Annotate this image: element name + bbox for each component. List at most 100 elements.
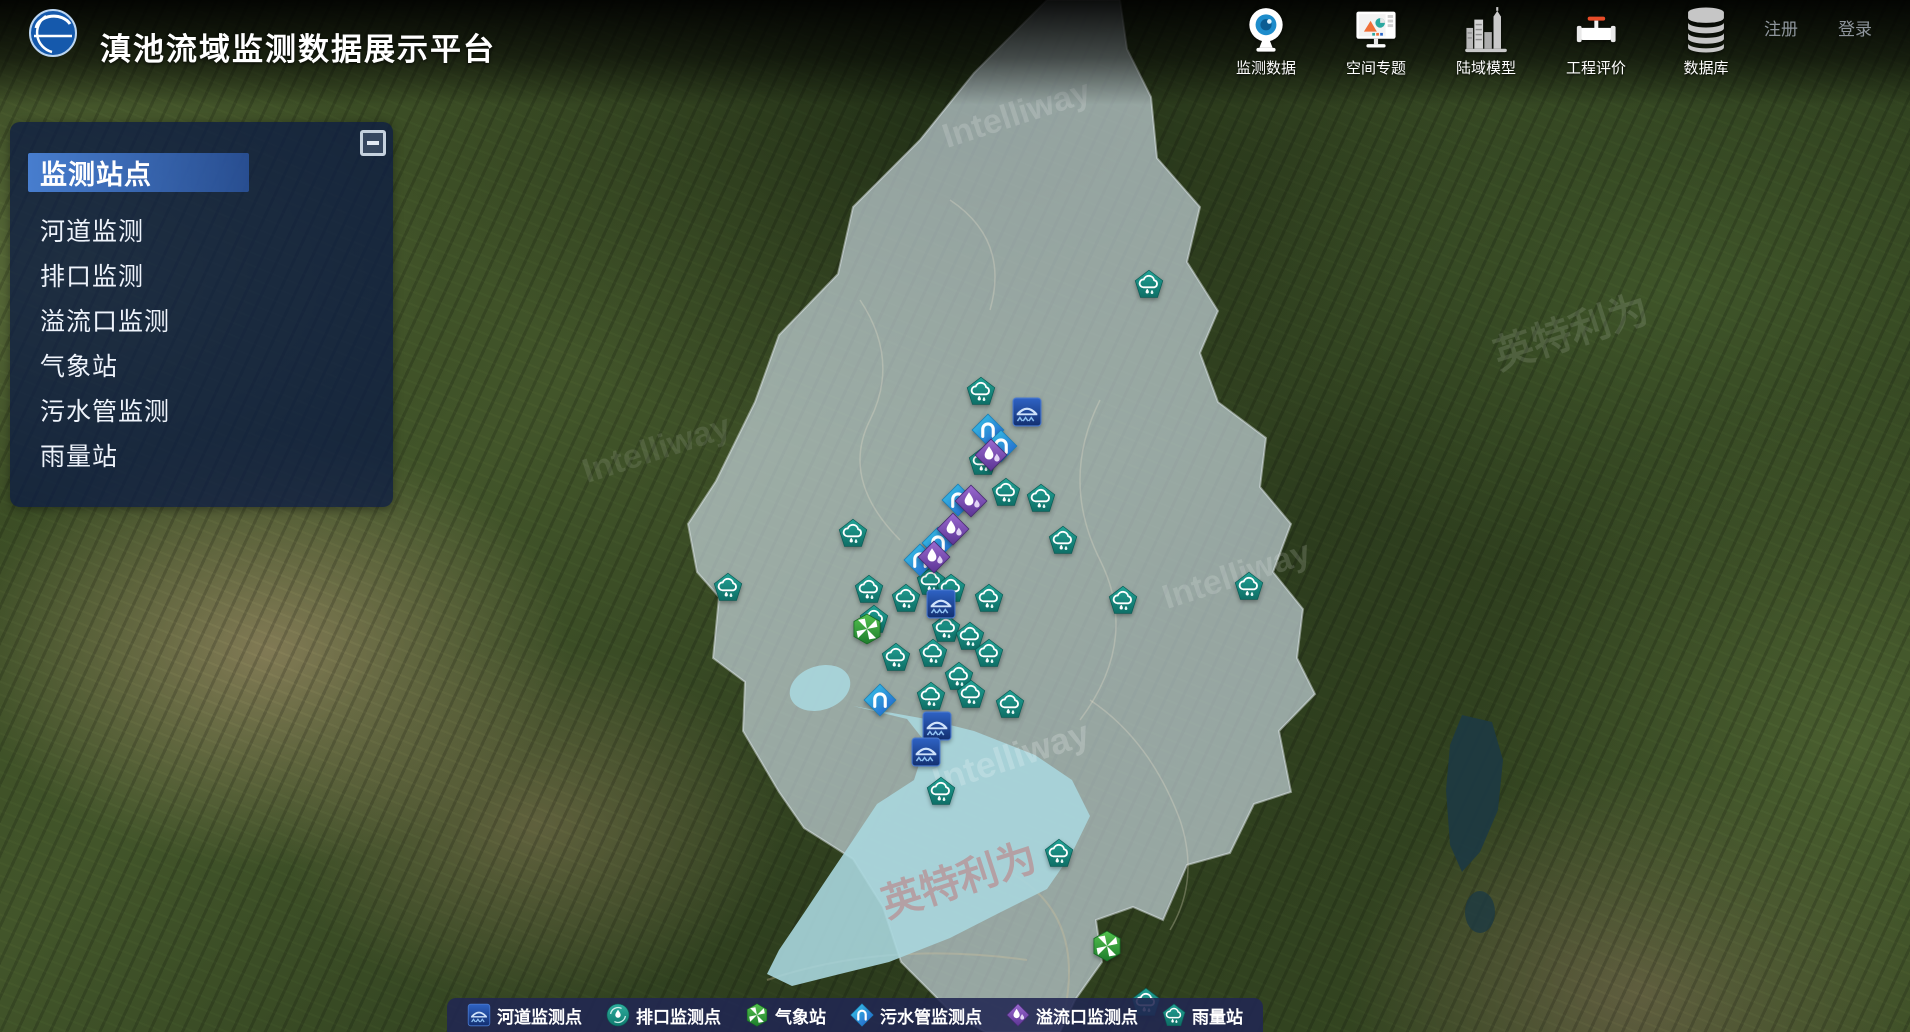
rain-station-marker[interactable] [1234, 571, 1264, 601]
monitor-chart-icon [1351, 5, 1401, 55]
sidebar-item-rain[interactable]: 雨量站 [10, 435, 393, 480]
rain-marker-icon [974, 583, 1004, 613]
weather-marker-icon [851, 613, 883, 645]
river-legend-icon [467, 1003, 491, 1027]
nav-item-project-eval[interactable]: 工程评价 [1558, 5, 1634, 78]
rain-marker-icon [1026, 483, 1056, 513]
legend-item-outfall: 排口监测点 [606, 1003, 721, 1028]
weather-station-marker[interactable] [1091, 930, 1123, 962]
rain-station-marker[interactable] [916, 681, 946, 711]
rain-station-marker[interactable] [974, 638, 1004, 668]
weather-station-marker[interactable] [851, 613, 883, 645]
sewage-legend-icon [850, 1003, 874, 1027]
outfall-legend-icon [606, 1003, 630, 1027]
nav-item-database[interactable]: 数据库 [1668, 5, 1744, 78]
rain-marker-icon [881, 642, 911, 672]
river-marker-icon [1012, 397, 1043, 428]
sidebar-item-river[interactable]: 河道监测 [10, 210, 393, 255]
nav-item-spatial-theme[interactable]: 空间专题 [1338, 5, 1414, 78]
overflow-station-marker[interactable] [974, 438, 1008, 472]
rain-station-marker[interactable] [1108, 585, 1138, 615]
legend-label: 污水管监测点 [880, 1003, 982, 1028]
register-link[interactable]: 注册 [1764, 15, 1798, 40]
nav-item-label: 空间专题 [1346, 57, 1406, 78]
rain-station-marker[interactable] [966, 376, 996, 406]
rain-marker-icon [713, 572, 743, 602]
legend-item-overflow: 溢流口监测点 [1006, 1003, 1138, 1028]
panel-title: 监测站点 [28, 153, 249, 192]
nav-item-land-model[interactable]: 陆域模型 [1448, 5, 1524, 78]
overflow-station-marker[interactable] [917, 540, 951, 574]
river-station-marker[interactable] [1012, 397, 1043, 428]
rain-station-marker[interactable] [713, 572, 743, 602]
page-title: 滇池流域监测数据展示平台 [100, 24, 496, 69]
rain-station-marker[interactable] [1048, 525, 1078, 555]
weather-marker-icon [1091, 930, 1123, 962]
rain-station-marker[interactable] [854, 574, 884, 604]
rain-station-marker[interactable] [991, 477, 1021, 507]
rain-marker-icon [916, 681, 946, 711]
rain-station-marker[interactable] [956, 679, 986, 709]
legend-label: 排口监测点 [636, 1003, 721, 1028]
legend-item-weather: 气象站 [745, 1003, 826, 1028]
rain-legend-icon [1162, 1003, 1186, 1027]
rain-station-marker[interactable] [974, 583, 1004, 613]
river-marker-icon [926, 589, 957, 620]
webcam-icon [1241, 5, 1291, 55]
legend-label: 河道监测点 [497, 1003, 582, 1028]
rain-station-marker[interactable] [1026, 483, 1056, 513]
sidebar-item-weather[interactable]: 气象站 [10, 345, 393, 390]
map-legend: 河道监测点 排口监测点 气象站 污水管监测点 溢流口监测点 雨量站 [447, 998, 1263, 1032]
sidebar-item-sewage[interactable]: 污水管监测 [10, 390, 393, 435]
rain-marker-icon [966, 376, 996, 406]
river-station-marker[interactable] [911, 737, 942, 768]
legend-label: 雨量站 [1192, 1003, 1243, 1028]
overflow-legend-icon [1006, 1003, 1030, 1027]
rain-station-marker[interactable] [1134, 269, 1164, 299]
rain-marker-icon [1048, 525, 1078, 555]
rain-marker-icon [1234, 571, 1264, 601]
nav-item-monitor-data[interactable]: 监测数据 [1228, 5, 1304, 78]
rain-marker-icon [991, 477, 1021, 507]
sidebar-item-outfall[interactable]: 排口监测 [10, 255, 393, 300]
overflow-marker-icon [974, 438, 1008, 472]
rain-marker-icon [1108, 585, 1138, 615]
buildings-icon [1461, 5, 1511, 55]
rain-station-marker[interactable] [881, 642, 911, 672]
legend-label: 气象站 [775, 1003, 826, 1028]
sidebar-item-overflow[interactable]: 溢流口监测 [10, 300, 393, 345]
panel-menu: 河道监测排口监测溢流口监测气象站污水管监测雨量站 [10, 210, 393, 480]
top-nav: 监测数据 空间专题 陆域模型 工程评价 [1228, 5, 1744, 78]
login-link[interactable]: 登录 [1838, 15, 1872, 40]
legend-item-river: 河道监测点 [467, 1003, 582, 1028]
sewage-marker-icon [863, 683, 897, 717]
legend-item-rain: 雨量站 [1162, 1003, 1243, 1028]
rain-marker-icon [995, 689, 1025, 719]
river-station-marker[interactable] [926, 589, 957, 620]
database-icon [1681, 5, 1731, 55]
rain-marker-icon [854, 574, 884, 604]
rain-station-marker[interactable] [995, 689, 1025, 719]
monitoring-stations-panel: 监测站点 河道监测排口监测溢流口监测气象站污水管监测雨量站 [10, 122, 393, 507]
rain-station-marker[interactable] [838, 518, 868, 548]
rain-marker-icon [956, 679, 986, 709]
overflow-marker-icon [917, 540, 951, 574]
nav-item-label: 监测数据 [1236, 57, 1296, 78]
minimize-icon[interactable] [360, 130, 386, 156]
sewage-station-marker[interactable] [863, 683, 897, 717]
pipe-valve-icon [1571, 5, 1621, 55]
rain-station-marker[interactable] [1044, 838, 1074, 868]
nav-item-label: 陆域模型 [1456, 57, 1516, 78]
nav-item-label: 工程评价 [1566, 57, 1626, 78]
app-logo-icon [28, 8, 78, 58]
rain-marker-icon [1134, 269, 1164, 299]
rain-marker-icon [974, 638, 1004, 668]
rain-marker-icon [926, 776, 956, 806]
rain-marker-icon [1044, 838, 1074, 868]
nav-item-label: 数据库 [1683, 57, 1728, 78]
weather-legend-icon [745, 1003, 769, 1027]
rain-station-marker[interactable] [926, 776, 956, 806]
legend-item-sewage: 污水管监测点 [850, 1003, 982, 1028]
rain-marker-icon [838, 518, 868, 548]
legend-label: 溢流口监测点 [1036, 1003, 1138, 1028]
